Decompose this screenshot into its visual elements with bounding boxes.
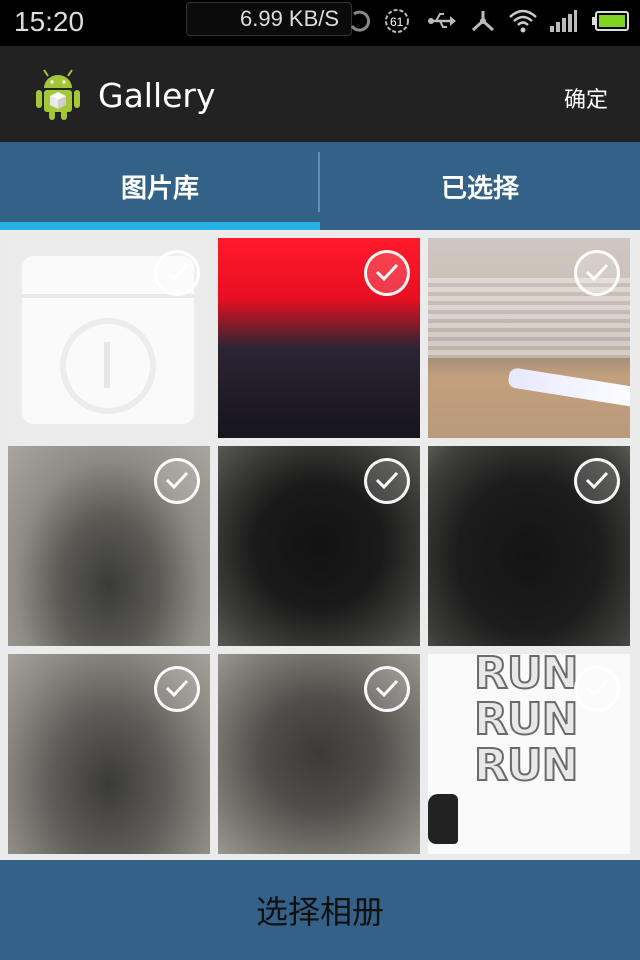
run-text: RUN bbox=[473, 693, 579, 746]
tab-gallery[interactable]: 图片库 bbox=[0, 142, 320, 230]
check-icon[interactable] bbox=[364, 250, 410, 296]
photo-light bbox=[507, 367, 630, 409]
check-icon[interactable] bbox=[154, 666, 200, 712]
run-text: RUN bbox=[473, 654, 579, 700]
run-text: RUN bbox=[473, 739, 579, 792]
tab-selected[interactable]: 已选择 bbox=[320, 142, 640, 230]
status-time: 15:20 bbox=[14, 6, 85, 37]
image-grid: RUN RUN RUN bbox=[0, 230, 640, 860]
net-speed: 6.99 KB/S bbox=[240, 6, 340, 31]
wifi-icon bbox=[508, 8, 538, 34]
check-icon[interactable] bbox=[574, 458, 620, 504]
grid-item-photo[interactable] bbox=[218, 238, 420, 438]
grid-item-photo[interactable] bbox=[218, 654, 420, 854]
grid-item-photo[interactable] bbox=[428, 238, 630, 438]
check-icon[interactable] bbox=[364, 666, 410, 712]
grid-item-photo[interactable]: RUN RUN RUN bbox=[428, 654, 630, 854]
usb-icon bbox=[428, 8, 458, 34]
check-icon[interactable] bbox=[154, 458, 200, 504]
app-title: Gallery bbox=[98, 76, 216, 115]
timer-icon: 61 bbox=[382, 8, 412, 34]
check-icon[interactable] bbox=[154, 250, 200, 296]
grid-item-photo[interactable] bbox=[8, 446, 210, 646]
android-gallery-icon[interactable] bbox=[32, 66, 84, 122]
svg-text:61: 61 bbox=[390, 15, 404, 29]
check-icon[interactable] bbox=[574, 250, 620, 296]
battery-icon bbox=[592, 8, 630, 34]
signal-icon bbox=[548, 8, 578, 34]
confirm-button[interactable]: 确定 bbox=[564, 82, 608, 114]
sync-icon bbox=[346, 8, 376, 34]
share-icon bbox=[468, 8, 498, 34]
tab-bar: 图片库 已选择 bbox=[0, 142, 640, 230]
action-bar: Gallery 确定 bbox=[0, 46, 640, 142]
check-icon[interactable] bbox=[364, 458, 410, 504]
upload-arrow-icon bbox=[104, 342, 110, 388]
grid-item-photo[interactable] bbox=[8, 654, 210, 854]
status-bar: 15:20 6.99 KB/S 61 bbox=[0, 0, 640, 46]
figure-graphic bbox=[428, 794, 458, 844]
grid-item-photo[interactable] bbox=[218, 446, 420, 646]
grid-item-upload[interactable] bbox=[8, 238, 210, 438]
tab-indicator bbox=[0, 222, 320, 230]
grid-item-photo[interactable] bbox=[428, 446, 630, 646]
select-album-button[interactable]: 选择相册 bbox=[0, 860, 640, 960]
check-icon[interactable] bbox=[574, 666, 620, 712]
